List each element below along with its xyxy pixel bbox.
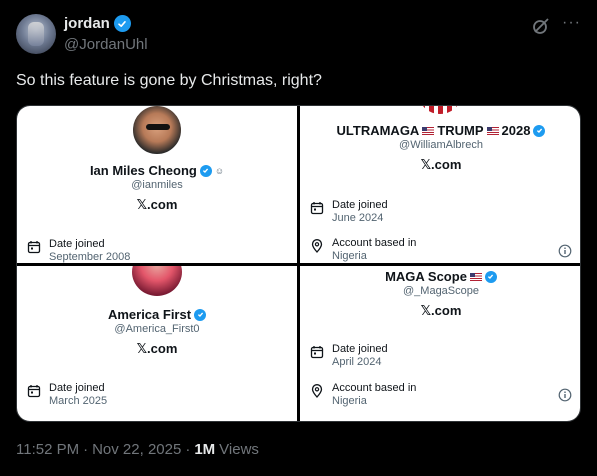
profile-handle: @WilliamAlbrech — [399, 139, 483, 151]
calendar-icon — [310, 346, 324, 359]
profile-name-text: America First — [107, 307, 192, 322]
x-site-label: 𝕏.com — [136, 197, 178, 212]
profile-card-ultramaga[interactable]: ULTRAMAGA TRUMP 2028 @WilliamAlbrech 𝕏.c… — [300, 106, 580, 263]
calendar-icon — [27, 385, 41, 398]
profile-name-text: Ian Miles Cheong — [89, 163, 197, 178]
separator-dot: · — [83, 441, 89, 458]
tweet-media-grid[interactable]: Ian Miles Cheong ☺ @ianmiles 𝕏.com Date … — [16, 105, 581, 422]
author-display-name[interactable]: jordan — [64, 15, 110, 32]
separator-dot: · — [185, 441, 191, 458]
verified-badge-icon — [199, 164, 212, 177]
profile-avatar — [131, 106, 183, 156]
profile-name: ULTRAMAGA TRUMP 2028 — [300, 123, 580, 138]
account-location-label: Account based in — [332, 382, 417, 394]
more-icon[interactable]: ··· — [562, 14, 581, 32]
tweet-header: jordan @JordanUhl ··· — [16, 14, 581, 58]
views-count[interactable]: 1M — [194, 441, 215, 458]
info-icon[interactable] — [558, 244, 572, 258]
author-name-row: jordan — [64, 15, 131, 32]
profile-handle: @_MagaScope — [403, 285, 479, 297]
author-handle[interactable]: @JordanUhl — [64, 36, 148, 53]
verified-badge-icon — [484, 270, 497, 283]
profile-name-part: 2028 — [501, 123, 531, 138]
views-label: Views — [219, 441, 259, 458]
account-location-label: Account based in — [332, 237, 417, 249]
location-pin-icon — [311, 239, 323, 253]
emoji-icon: ☺ — [214, 165, 225, 176]
profile-name: MAGA Scope — [300, 269, 580, 284]
info-icon[interactable] — [558, 388, 572, 402]
account-location-row: Account based in Nigeria — [310, 382, 416, 407]
calendar-icon — [310, 202, 324, 215]
date-joined-row: Date joined March 2025 — [27, 382, 107, 407]
profile-name-text: MAGA Scope — [385, 269, 467, 284]
profile-name: America First — [17, 307, 297, 322]
date-joined-value: September 2008 — [49, 251, 131, 263]
profile-name-part: ULTRAMAGA — [336, 123, 420, 138]
verified-badge-icon — [533, 124, 546, 137]
date-joined-value: June 2024 — [332, 212, 384, 224]
profile-avatar — [132, 266, 182, 296]
date-joined-row: Date joined April 2024 — [310, 343, 388, 368]
date-joined-label: Date joined — [49, 238, 105, 250]
profile-avatar — [420, 106, 460, 114]
date-joined-row: Date joined September 2008 — [27, 238, 130, 263]
location-pin-icon — [311, 384, 323, 398]
profile-card-ian[interactable]: Ian Miles Cheong ☺ @ianmiles 𝕏.com Date … — [17, 106, 297, 263]
date-joined-value: March 2025 — [49, 395, 108, 407]
tweet-text: So this feature is gone by Christmas, ri… — [16, 72, 322, 89]
profile-handle: @America_First0 — [114, 323, 200, 335]
account-location-row: Account based in Nigeria — [310, 237, 416, 262]
verified-badge-icon — [194, 308, 207, 321]
date-joined-value: April 2024 — [332, 356, 382, 368]
account-location-value: Nigeria — [332, 395, 367, 407]
x-site-label: 𝕏.com — [136, 341, 178, 356]
x-site-label: 𝕏.com — [420, 303, 462, 318]
grok-icon[interactable] — [531, 16, 551, 36]
profile-card-america-first[interactable]: America First @America_First0 𝕏.com Date… — [17, 266, 297, 421]
account-location-value: Nigeria — [332, 250, 367, 262]
profile-card-maga-scope[interactable]: MAGA Scope @_MagaScope 𝕏.com Date joined… — [300, 266, 580, 421]
date-joined-label: Date joined — [332, 199, 388, 211]
us-flag-icon — [422, 126, 435, 135]
date-joined-row: Date joined June 2024 — [310, 199, 388, 224]
us-flag-icon — [486, 126, 499, 135]
us-flag-icon — [469, 272, 482, 281]
tweet-time[interactable]: 11:52 PM — [16, 441, 79, 458]
x-site-label: 𝕏.com — [420, 157, 462, 172]
profile-name: Ian Miles Cheong ☺ — [17, 163, 297, 178]
calendar-icon — [27, 241, 41, 254]
date-joined-label: Date joined — [49, 382, 105, 394]
tweet-date[interactable]: Nov 22, 2025 — [92, 441, 181, 458]
avatar[interactable] — [16, 14, 56, 54]
date-joined-label: Date joined — [332, 343, 388, 355]
profile-name-part: TRUMP — [437, 123, 484, 138]
profile-handle: @ianmiles — [131, 179, 183, 191]
verified-badge-icon[interactable] — [113, 15, 131, 32]
tweet-footer: 11:52 PM · Nov 22, 2025 · 1M Views — [16, 441, 259, 458]
